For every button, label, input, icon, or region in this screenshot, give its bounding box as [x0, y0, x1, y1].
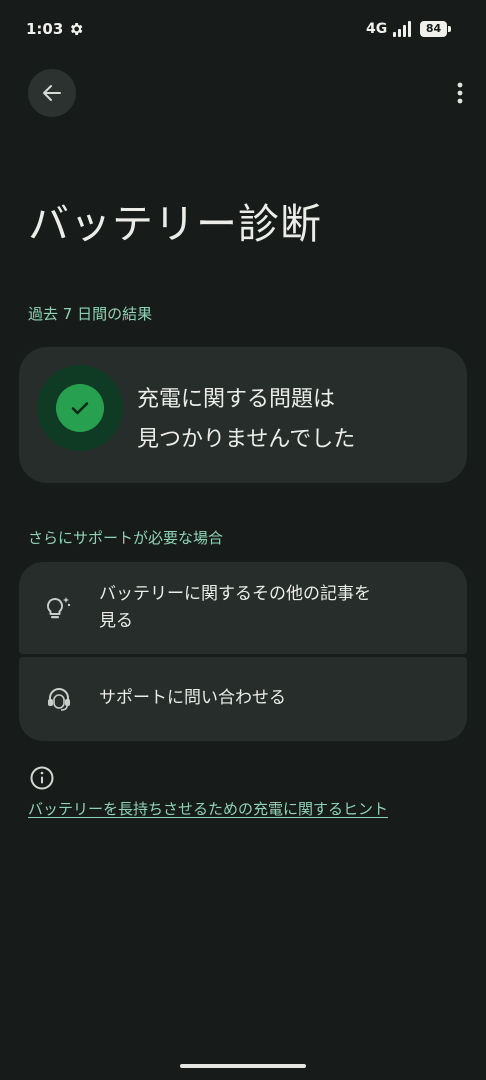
support-section-label: さらにサポートが必要な場合: [28, 529, 224, 547]
more-vert-icon: [457, 82, 463, 104]
support-item-contact-support[interactable]: サポートに問い合わせる: [19, 657, 467, 741]
headset-icon: [45, 685, 73, 713]
info-icon: [29, 765, 55, 791]
support-item-battery-articles[interactable]: バッテリーに関するその他の記事を 見る: [19, 562, 467, 654]
result-icon-halo: [37, 365, 123, 451]
arrow-left-icon: [43, 85, 61, 101]
back-button[interactable]: [28, 69, 76, 117]
battery-icon: 84: [420, 21, 452, 37]
result-message-line1: 充電に関する問題は: [137, 387, 336, 412]
battery-tips-link[interactable]: バッテリーを長持ちさせるための充電に関するヒント: [28, 798, 388, 819]
support-item-battery-articles-line2: 見る: [99, 611, 133, 631]
gear-icon: [68, 21, 84, 37]
support-item-contact-support-line1: サポートに問い合わせる: [99, 688, 286, 708]
status-time: 1:03: [26, 20, 64, 38]
page-title: バッテリー診断: [28, 200, 322, 248]
results-section-label: 過去 7 日間の結果: [28, 305, 153, 323]
gesture-navigation-bar[interactable]: [180, 1064, 306, 1068]
signal-icon: [392, 20, 414, 38]
check-circle-icon: [56, 384, 104, 432]
result-card: 充電に関する問題は 見つかりませんでした: [19, 347, 467, 483]
status-bar: 1:03 4G 84: [0, 0, 486, 60]
more-options-button[interactable]: [444, 76, 476, 108]
support-item-battery-articles-line1: バッテリーに関するその他の記事を: [99, 584, 371, 604]
result-message-line2: 見つかりませんでした: [137, 427, 356, 452]
support-item-battery-articles-label: バッテリーに関するその他の記事を 見る: [99, 581, 371, 635]
support-item-contact-support-label: サポートに問い合わせる: [99, 685, 286, 712]
network-type: 4G: [366, 21, 388, 37]
battery-level: 84: [425, 22, 442, 35]
result-message: 充電に関する問題は 見つかりませんでした: [137, 380, 355, 460]
lightbulb-icon: [45, 594, 73, 622]
